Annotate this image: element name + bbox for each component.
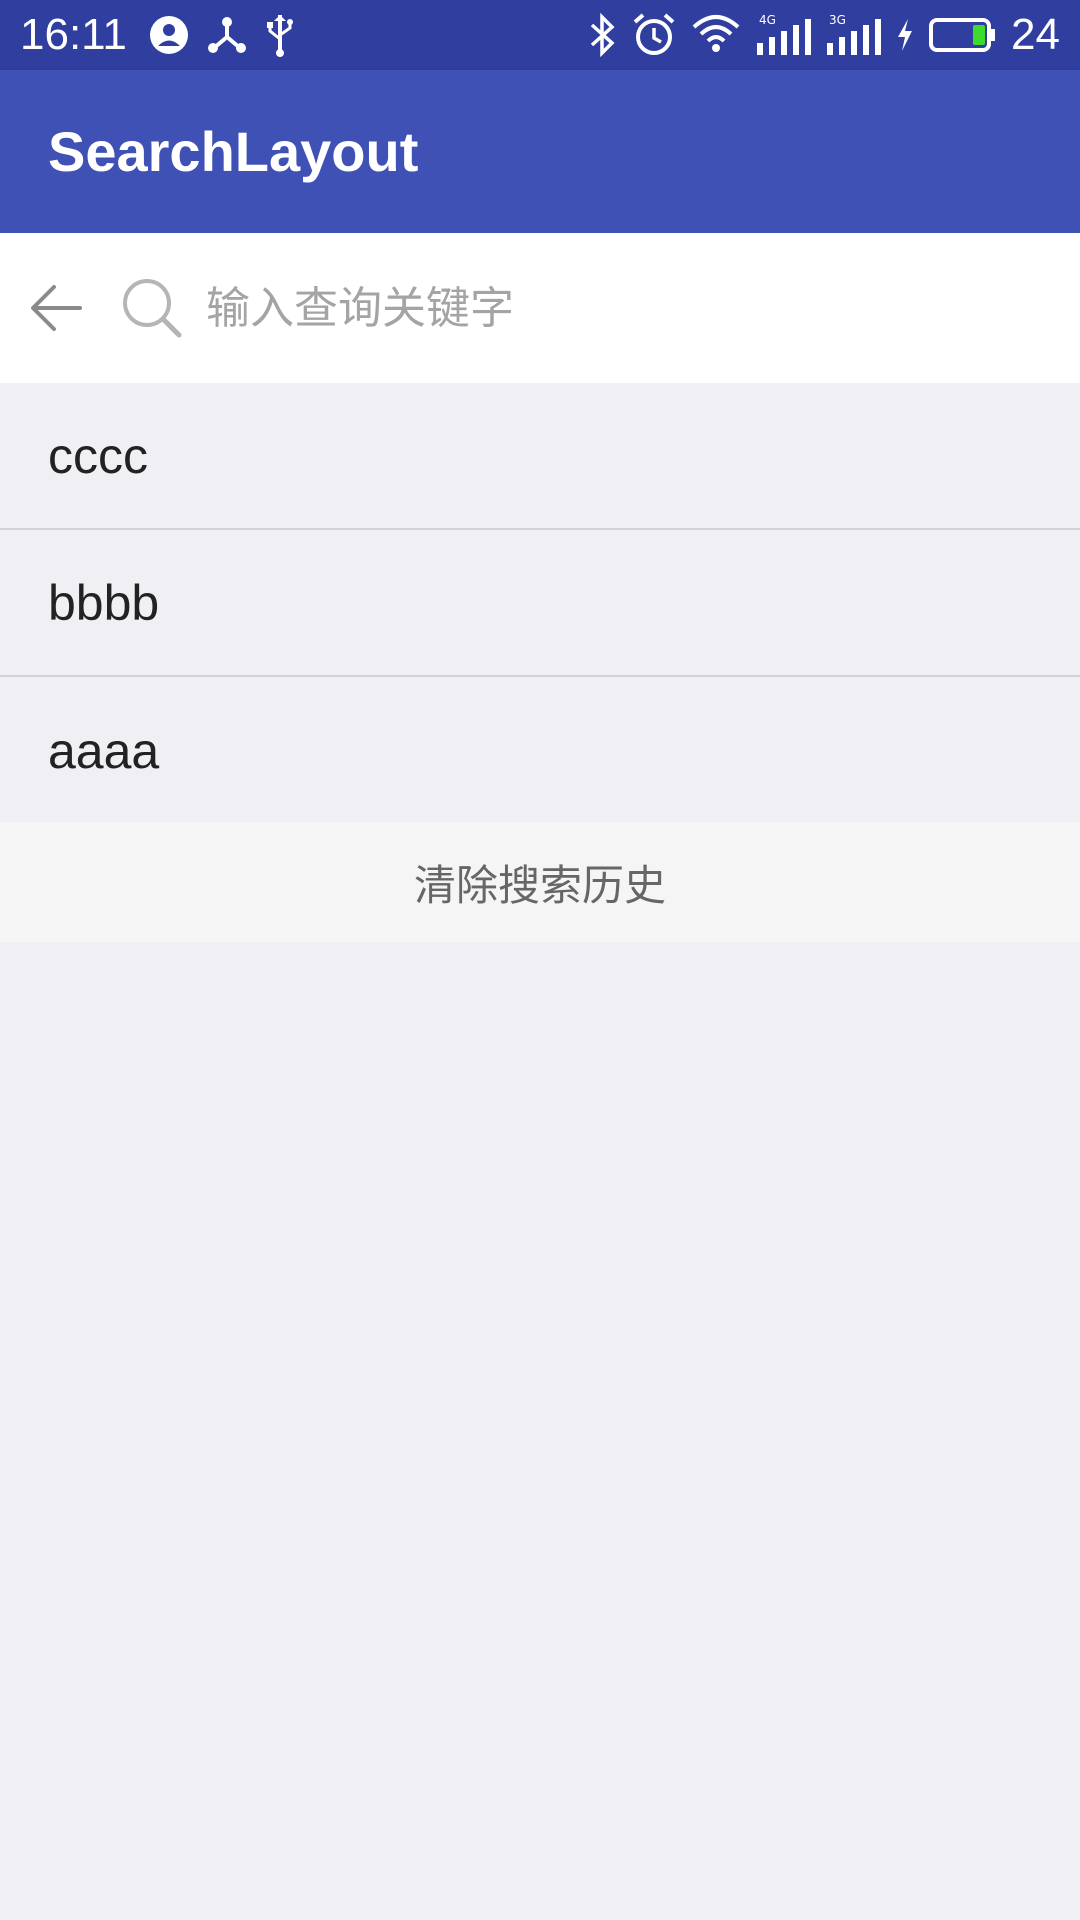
signal-3g-icon: 3G	[825, 13, 882, 57]
clear-history-label: 清除搜索历史	[413, 860, 666, 910]
svg-text:4G: 4G	[759, 13, 776, 27]
search-icon	[112, 268, 192, 348]
bluetooth-icon	[587, 13, 617, 57]
svg-text:3G: 3G	[829, 13, 846, 27]
history-item-label: bbbb	[48, 574, 160, 631]
history-item-cccc[interactable]: cccc	[0, 383, 1080, 530]
account-circle-icon	[149, 15, 189, 55]
clear-history-button[interactable]: 清除搜索历史	[0, 822, 1080, 942]
search-input[interactable]	[206, 282, 1026, 334]
history-item-label: aaaa	[48, 722, 160, 779]
app-title: SearchLayout	[48, 120, 419, 183]
status-time: 16:11	[20, 10, 127, 59]
app-bar: SearchLayout	[0, 70, 1080, 233]
history-item-aaaa[interactable]: aaaa	[0, 677, 1080, 824]
arrow-back-icon	[31, 285, 82, 331]
wifi-icon	[691, 13, 741, 57]
status-bar: 16:11 4G 3G 24	[0, 0, 1080, 70]
search-bar	[0, 233, 1080, 383]
battery-level: 24	[1011, 10, 1060, 59]
share-hub-icon	[207, 15, 247, 55]
charging-icon	[895, 17, 915, 53]
battery-icon	[929, 17, 997, 53]
history-item-label: cccc	[48, 427, 148, 484]
signal-4g-icon: 4G	[755, 13, 812, 57]
usb-icon	[265, 13, 295, 57]
alarm-icon	[631, 12, 677, 58]
history-item-bbbb[interactable]: bbbb	[0, 530, 1080, 677]
back-button[interactable]	[0, 233, 112, 383]
search-history-list: cccc bbbb aaaa	[0, 383, 1080, 824]
